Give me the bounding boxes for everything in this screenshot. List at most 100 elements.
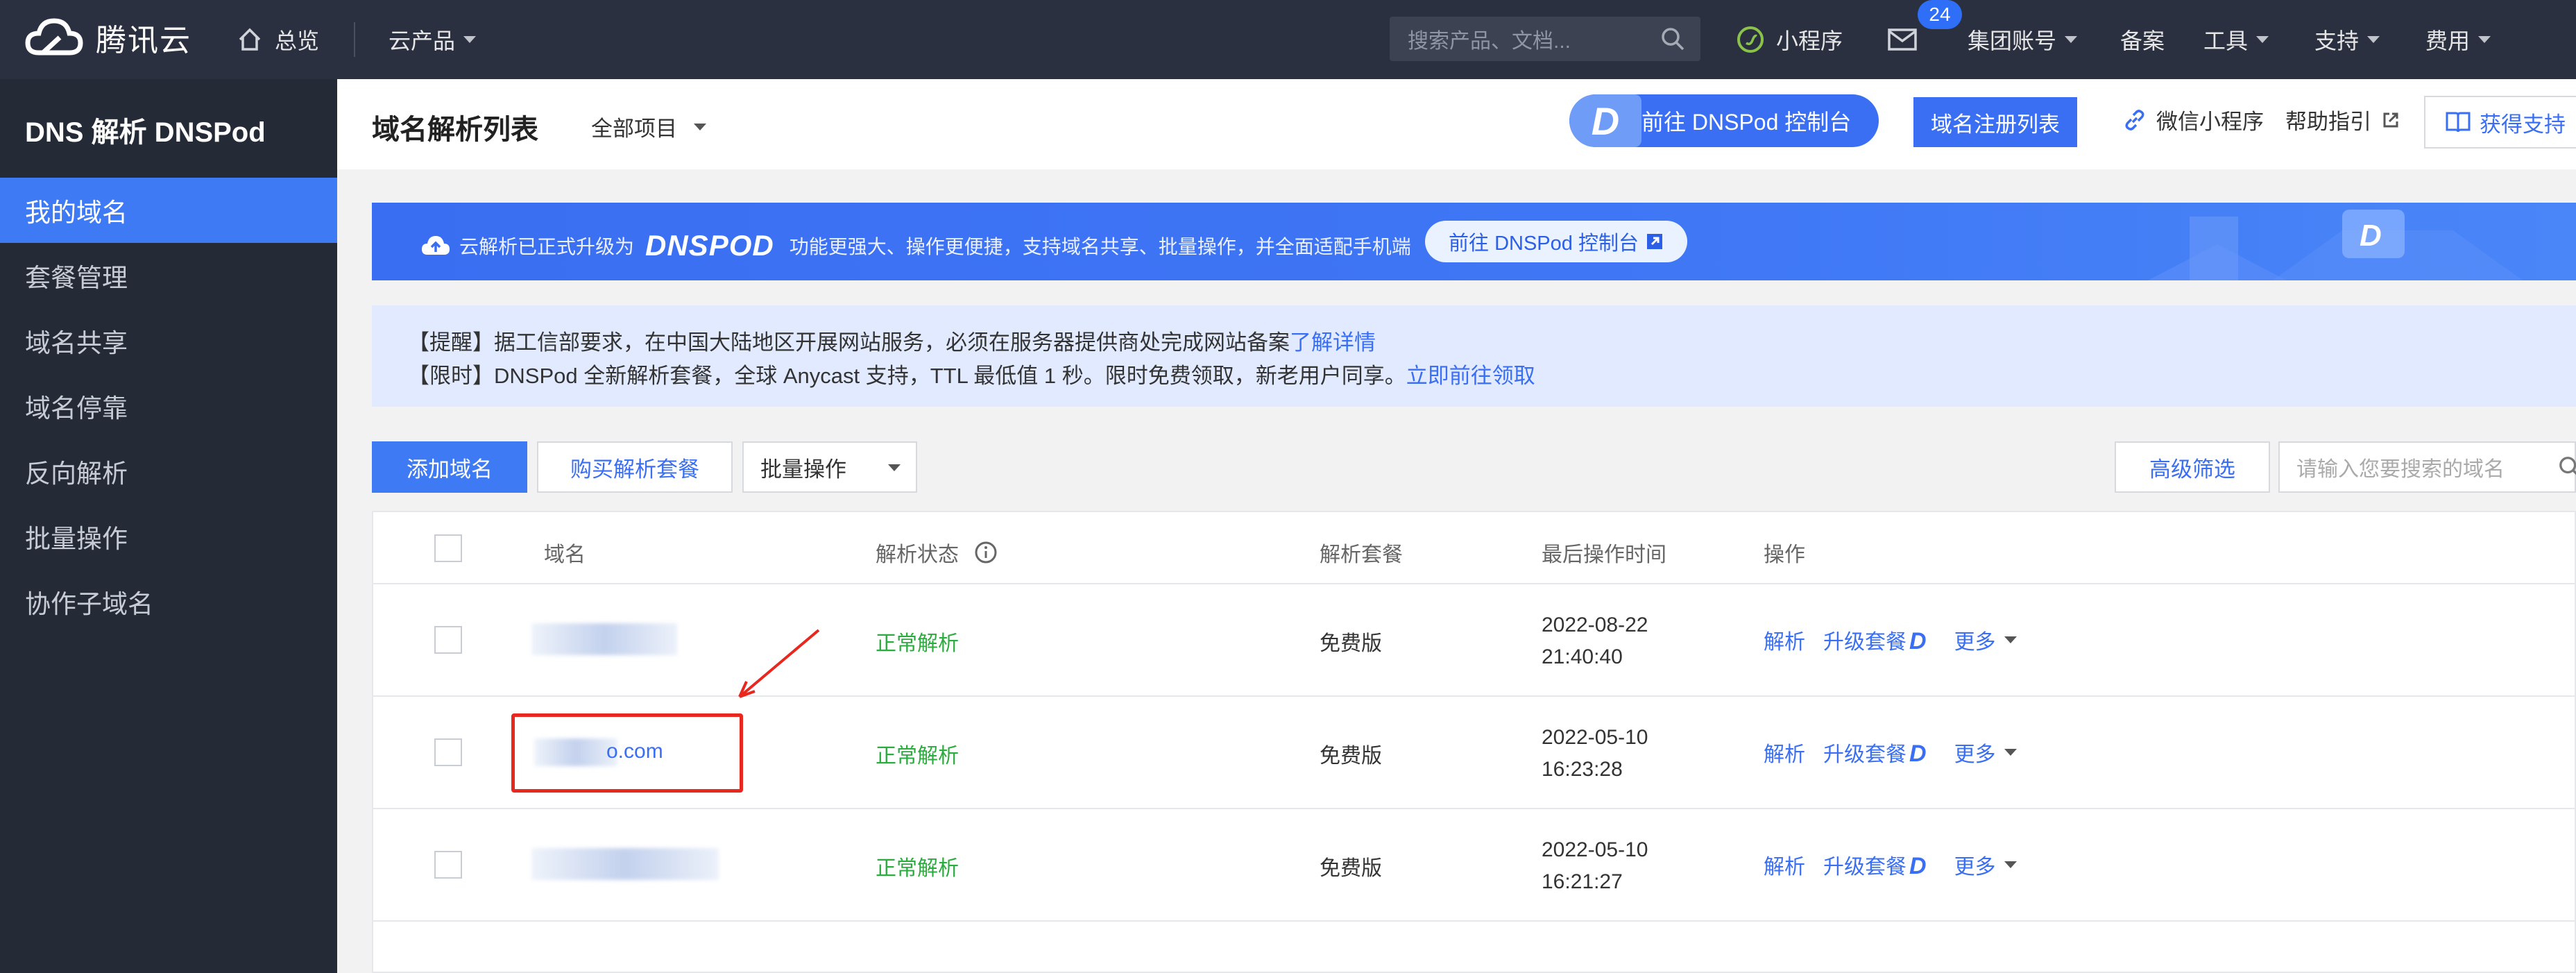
notice-panel: 【提醒】据工信部要求，在中国大陆地区开展网站服务，必须在服务器提供商处完成网站备… [372, 305, 2576, 407]
domain-search-placeholder: 请输入您要搜索的域名 [2296, 458, 2505, 481]
row-actions: 解析 升级套餐 D 更多 [1764, 625, 2017, 655]
upgrade-package-link[interactable]: 升级套餐 D [1823, 849, 1927, 880]
dnspod-logo: DNSPOD [645, 229, 774, 262]
cloud-products-label: 云产品 [389, 28, 456, 53]
sidebar-item-package-management[interactable]: 套餐管理 [0, 243, 337, 308]
blurred-domain-name[interactable] [531, 623, 677, 655]
sidebar-item-my-domains[interactable]: 我的域名 [0, 178, 337, 243]
annotation-arrow-icon [738, 629, 820, 698]
row-checkbox[interactable] [434, 738, 462, 766]
more-label: 更多 [1954, 743, 1996, 766]
support-menu[interactable]: 支持 [2314, 0, 2380, 79]
cloud-upload-icon [422, 236, 450, 255]
blurred-domain-name[interactable] [531, 848, 719, 880]
search-icon[interactable] [1660, 26, 1685, 51]
banner-goto-console-button[interactable]: 前往 DNSPod 控制台 [1425, 221, 1687, 262]
table-row: 正常解析 免费版 2022-08-22 21:40:40 解析 升级套餐 D 更多 [373, 584, 2575, 697]
column-actions: 操作 [1764, 543, 1805, 566]
more-menu[interactable]: 更多 [1954, 737, 2017, 768]
top-navbar: 腾讯云 总览 云产品 搜索产品、文档... 小程序 24 集团账号 备案 工具 … [0, 0, 2576, 79]
sidebar-item-collab-subdomain[interactable]: 协作子域名 [0, 569, 337, 634]
buy-package-button[interactable]: 购买解析套餐 [537, 441, 733, 493]
row-checkbox[interactable] [434, 626, 462, 654]
chevron-down-icon [2367, 36, 2380, 43]
more-label: 更多 [1954, 631, 1996, 654]
tencent-cloud-logo[interactable]: 腾讯云 [25, 15, 191, 60]
learn-more-link[interactable]: 了解详情 [1290, 330, 1376, 355]
upgrade-package-label: 升级套餐 [1823, 743, 1907, 766]
more-menu[interactable]: 更多 [1954, 849, 2017, 880]
search-icon[interactable] [2558, 455, 2576, 479]
upgrade-package-link[interactable]: 升级套餐 D [1823, 625, 1927, 655]
last-operation-date: 2022-05-10 [1542, 838, 1648, 861]
select-all-checkbox[interactable] [434, 534, 462, 562]
chevron-down-icon [2065, 36, 2078, 43]
global-search-input[interactable]: 搜索产品、文档... [1390, 17, 1700, 61]
notice-text-2: 【限时】DNSPod 全新解析套餐，全球 Anycast 支持，TTL 最低值 … [408, 364, 1406, 388]
resolution-status: 正常解析 [876, 745, 959, 768]
group-account-label: 集团账号 [1968, 28, 2057, 53]
group-account-menu[interactable]: 集团账号 [1968, 0, 2078, 79]
sidebar: DNS 解析 DNSPod 我的域名 套餐管理 域名共享 域名停靠 反向解析 批… [0, 79, 337, 973]
sidebar-item-domain-sharing[interactable]: 域名共享 [0, 308, 337, 373]
overview-label: 总览 [275, 28, 320, 53]
dnspod-d-icon: D [1909, 628, 1927, 654]
resolve-link[interactable]: 解析 [1764, 737, 1805, 768]
sidebar-item-domain-parking[interactable]: 域名停靠 [0, 373, 337, 439]
resolve-link[interactable]: 解析 [1764, 625, 1805, 655]
cloud-products-menu[interactable]: 云产品 [389, 0, 477, 79]
more-menu[interactable]: 更多 [1954, 625, 2017, 655]
wechat-mini-program-link[interactable]: 微信小程序 [2122, 104, 2264, 135]
domain-search-input[interactable]: 请输入您要搜索的域名 [2278, 441, 2576, 493]
page-title: 域名解析列表 [372, 115, 538, 145]
filing-label: 备案 [2120, 28, 2165, 53]
chevron-down-icon [2256, 36, 2269, 43]
row-checkbox[interactable] [434, 851, 462, 879]
package-name: 免费版 [1320, 857, 1382, 880]
external-link-icon [1646, 234, 1662, 249]
mini-program-link[interactable]: 小程序 [1736, 0, 1843, 79]
get-support-button[interactable]: 获得支持 [2424, 96, 2576, 149]
last-operation-time: 2022-05-10 16:21:27 [1542, 834, 1648, 898]
tools-menu[interactable]: 工具 [2203, 0, 2269, 79]
batch-operations-select[interactable]: 批量操作 [742, 441, 917, 493]
home-icon [239, 28, 261, 51]
messages-button[interactable] [1887, 0, 1918, 79]
domain-registration-list-button[interactable]: 域名注册列表 [1913, 97, 2077, 147]
add-domain-button[interactable]: 添加域名 [372, 441, 527, 493]
chevron-down-icon [2478, 36, 2491, 43]
resolve-link[interactable]: 解析 [1764, 849, 1805, 880]
sidebar-item-reverse-resolution[interactable]: 反向解析 [0, 439, 337, 504]
billing-menu[interactable]: 费用 [2425, 0, 2491, 79]
sidebar-item-batch-operations[interactable]: 批量操作 [0, 504, 337, 569]
upgrade-package-link[interactable]: 升级套餐 D [1823, 737, 1927, 768]
chevron-down-icon [694, 123, 706, 130]
goto-dnspod-console-button[interactable]: D 前往 DNSPod 控制台 [1569, 94, 1879, 147]
filing-link[interactable]: 备案 [2120, 0, 2165, 79]
svg-text:D: D [2360, 219, 2382, 253]
notice-text-1: 【提醒】据工信部要求，在中国大陆地区开展网站服务，必须在服务器提供商处完成网站备… [408, 330, 1290, 355]
table-toolbar: 添加域名 购买解析套餐 批量操作 高级筛选 请输入您要搜索的域名 [372, 441, 2576, 494]
chevron-down-icon [463, 36, 477, 43]
more-label: 更多 [1954, 856, 1996, 879]
banner-prefix: 云解析已正式升级为 [459, 236, 635, 257]
claim-now-link[interactable]: 立即前往领取 [1406, 364, 1535, 388]
package-name: 免费版 [1320, 745, 1382, 768]
chevron-down-icon [2004, 749, 2017, 756]
divider [354, 22, 355, 57]
table-header: 域名 解析状态 解析套餐 最后操作时间 操作 [373, 512, 2575, 584]
goto-dnspod-label: 前往 DNSPod 控制台 [1641, 110, 1852, 135]
chevron-down-icon [2004, 861, 2017, 868]
help-guide-link[interactable]: 帮助指引 [2285, 104, 2400, 135]
get-support-label: 获得支持 [2480, 112, 2566, 137]
project-select[interactable]: 全部项目 [591, 111, 706, 142]
overview-link[interactable]: 总览 [236, 0, 319, 79]
advanced-filter-button[interactable]: 高级筛选 [2115, 441, 2270, 493]
banner-decoration: D [2148, 210, 2523, 280]
link-icon [2125, 109, 2144, 130]
column-last-operation: 最后操作时间 [1542, 543, 1666, 566]
info-icon[interactable] [974, 541, 998, 564]
column-domain: 域名 [544, 543, 586, 566]
dnspod-d-icon: D [1909, 741, 1927, 767]
last-operation-time: 2022-08-22 21:40:40 [1542, 609, 1648, 673]
